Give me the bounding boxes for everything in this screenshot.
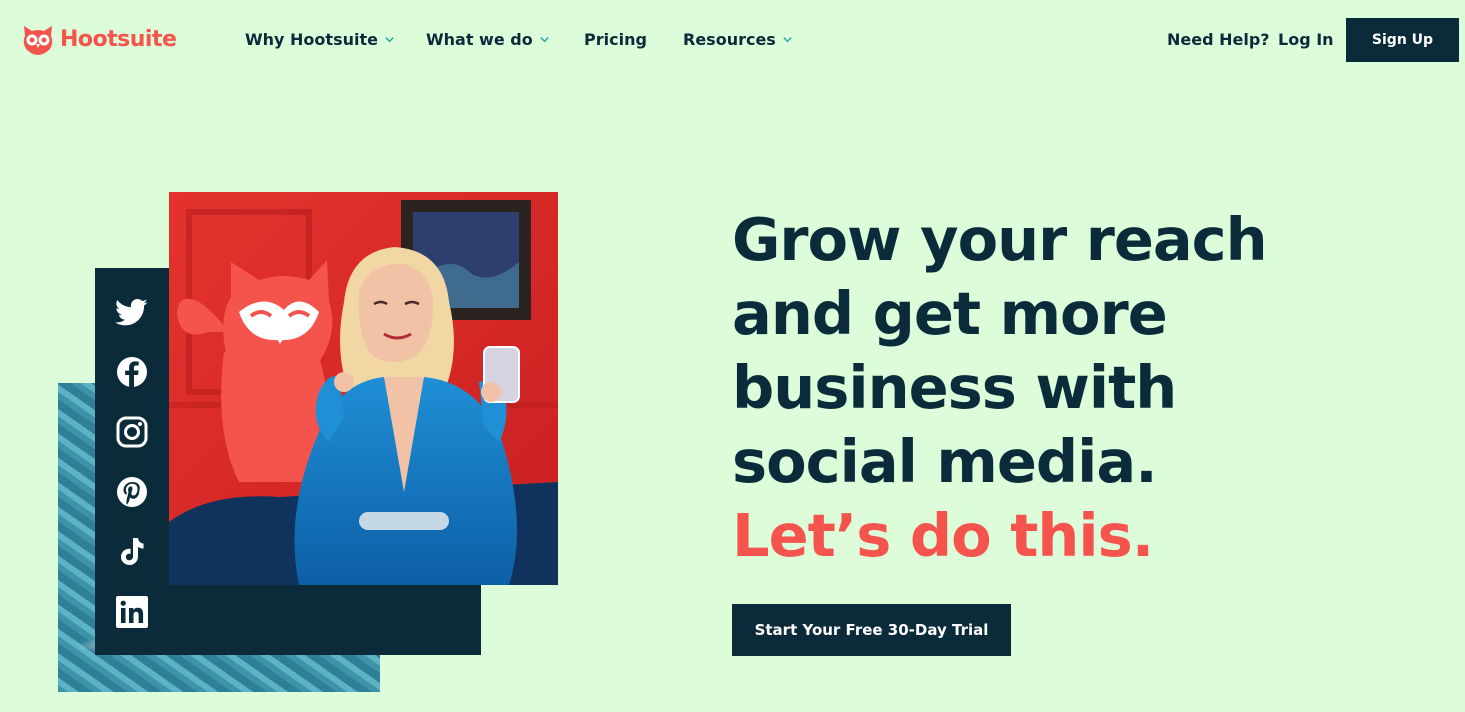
logo-wordmark: Hootsuite xyxy=(60,26,177,52)
nav-label: What we do xyxy=(426,29,533,49)
owl-logo-icon xyxy=(23,26,53,55)
nav-label: Why Hootsuite xyxy=(245,29,378,49)
chevron-down-icon xyxy=(783,36,792,42)
nav-pricing[interactable]: Pricing xyxy=(584,28,647,50)
nav-why-hootsuite[interactable]: Why Hootsuite xyxy=(245,28,395,50)
twitter-icon[interactable] xyxy=(113,294,151,332)
linkedin-icon[interactable] xyxy=(113,593,151,631)
chevron-down-icon xyxy=(385,36,394,42)
headline-line: business with xyxy=(732,353,1177,422)
login-label: Log In xyxy=(1278,29,1334,49)
headline-line: social media. xyxy=(732,427,1158,496)
hootsuite-logo[interactable]: Hootsuite xyxy=(20,22,177,56)
nav-what-we-do[interactable]: What we do xyxy=(426,28,550,50)
instagram-icon[interactable] xyxy=(113,413,151,451)
nav-label: Pricing xyxy=(584,29,647,49)
pinterest-icon[interactable] xyxy=(113,473,151,511)
need-help-link[interactable]: Need Help? xyxy=(1167,28,1270,50)
headline-accent: Let’s do this. xyxy=(732,501,1154,570)
hero-headline: Grow your reach and get more business wi… xyxy=(732,203,1372,573)
headline-line: Grow your reach xyxy=(732,205,1268,274)
facebook-icon[interactable] xyxy=(113,353,151,391)
login-link[interactable]: Log In xyxy=(1278,28,1334,50)
headline-line: and get more xyxy=(732,279,1168,348)
sign-up-button[interactable]: Sign Up xyxy=(1346,18,1459,62)
nav-resources[interactable]: Resources xyxy=(683,28,793,50)
tiktok-icon[interactable] xyxy=(113,533,151,571)
hero-photo xyxy=(169,192,558,585)
start-free-trial-button[interactable]: Start Your Free 30-Day Trial xyxy=(732,604,1011,656)
need-help-label: Need Help? xyxy=(1167,29,1270,49)
chevron-down-icon xyxy=(540,36,549,42)
nav-label: Resources xyxy=(683,29,776,49)
